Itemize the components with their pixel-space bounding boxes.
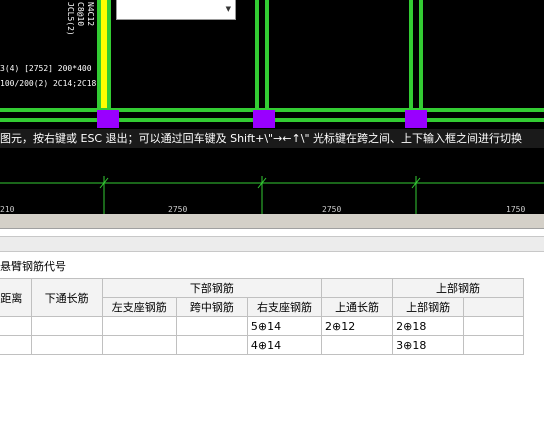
beam-vertical-label-2: C8@10 (76, 2, 85, 27)
header-mid-span[interactable]: 跨中钢筋 (175, 297, 248, 317)
table-row: 4⊕14 3⊕18 (0, 335, 524, 355)
cell-left-support[interactable] (101, 316, 177, 336)
cell-right-support[interactable]: 5⊕14 (246, 316, 323, 336)
column-1[interactable] (97, 110, 119, 128)
panel-toolbar (0, 236, 544, 252)
chevron-down-icon[interactable]: ▼ (226, 5, 231, 13)
dimension-label-1: 210 (0, 205, 15, 214)
column-2[interactable] (253, 110, 275, 128)
beam-vertical-label-3: N4C12 (86, 2, 95, 27)
beam-label-line-2: 100/200(2) 2C14;2C18 (0, 79, 97, 88)
cell-top-through[interactable]: 2⊕12 (321, 316, 394, 336)
cell-right-support[interactable]: 4⊕14 (246, 335, 323, 355)
cell-top-bar[interactable]: 3⊕18 (392, 335, 465, 355)
header-left-support[interactable]: 左支座钢筋 (101, 297, 177, 317)
cell-extra[interactable] (463, 316, 524, 336)
beam-vertical-label-1: JCL5(2) (66, 2, 75, 36)
cell-distance[interactable] (0, 316, 32, 336)
header-group-bottom[interactable]: 下部钢筋 (101, 278, 323, 298)
column-3[interactable] (405, 110, 427, 128)
cell-distance[interactable] (0, 335, 32, 355)
cad-canvas[interactable]: ▼ JCL5(2) C8@10 N4C12 3(4) [2752] 200*40… (0, 0, 544, 214)
vertical-beam-2-core (259, 0, 265, 122)
property-panel: 悬臂钢筋代号 线距离 下通长筋 下部钢筋 上部钢筋 左支座钢筋 跨中钢筋 右支座… (0, 214, 544, 424)
header-right-support[interactable]: 右支座钢筋 (246, 297, 323, 317)
beam-label-line-1: 3(4) [2752] 200*400 (0, 64, 92, 73)
panel-caption: 悬臂钢筋代号 (0, 260, 66, 273)
cell-mid-span[interactable] (175, 335, 248, 355)
splitter-bar[interactable] (0, 214, 544, 229)
table-row: 5⊕14 2⊕12 2⊕18 (0, 316, 524, 336)
cell-bottom-through[interactable] (30, 335, 103, 355)
vertical-beam-3-core (413, 0, 419, 122)
input-dropdown[interactable]: ▼ (116, 0, 236, 20)
header-top-bar-2 (463, 297, 524, 317)
header-distance[interactable]: 线距离 (0, 278, 32, 317)
cad-drawing[interactable] (0, 0, 544, 214)
command-prompt: 图元，按右键或 ESC 退出；可以通过回车键及 Shift+\"→←↑\" 光标… (0, 129, 544, 148)
dimension-label-2: 2750 (168, 205, 188, 214)
cell-top-through[interactable] (321, 335, 394, 355)
header-top-bar[interactable]: 上部钢筋 (392, 297, 465, 317)
header-bottom-through[interactable]: 下通长筋 (30, 278, 103, 317)
rebar-table: 线距离 下通长筋 下部钢筋 上部钢筋 左支座钢筋 跨中钢筋 右支座钢筋 上通长筋… (0, 278, 524, 355)
dimension-label-3: 2750 (322, 205, 342, 214)
cell-extra[interactable] (463, 335, 524, 355)
selected-beam[interactable] (101, 0, 107, 122)
header-right-support-spacer (321, 278, 394, 298)
cell-top-bar[interactable]: 2⊕18 (392, 316, 465, 336)
header-group-top[interactable]: 上部钢筋 (392, 278, 524, 298)
cell-left-support[interactable] (101, 335, 177, 355)
dimension-label-4: 1750 (506, 205, 526, 214)
cell-mid-span[interactable] (175, 316, 248, 336)
header-top-through[interactable]: 上通长筋 (321, 297, 394, 317)
cell-bottom-through[interactable] (30, 316, 103, 336)
